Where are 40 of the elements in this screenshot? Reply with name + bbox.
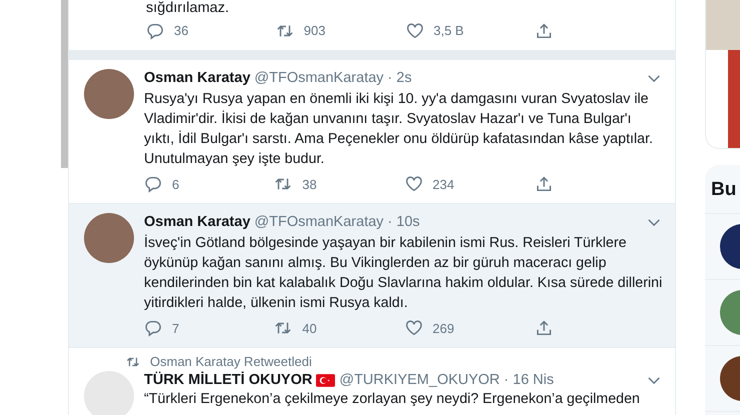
like-count: 234 [432, 176, 454, 192]
heart-icon[interactable] [404, 319, 422, 337]
retweeted-by-label[interactable]: Osman Karatay Retweetledi [150, 354, 312, 369]
user-handle[interactable]: @TFOsmanKaratay [254, 213, 384, 232]
user-name[interactable]: Osman Karatay [144, 213, 250, 232]
retweet-count: 903 [304, 23, 326, 38]
chevron-down-icon[interactable] [647, 74, 661, 83]
retweet-count: 38 [302, 176, 317, 192]
chevron-down-icon[interactable] [647, 218, 661, 227]
tweet-text: sığdırılamaz. [146, 0, 230, 17]
card-heading: Bu [705, 165, 740, 214]
user-name[interactable]: Osman Karatay [144, 69, 250, 88]
heart-icon[interactable] [404, 175, 422, 193]
tweet-card[interactable] [69, 204, 675, 348]
like-count: 269 [432, 320, 454, 336]
share-icon[interactable] [535, 22, 554, 40]
tweet-time[interactable]: · 2s [388, 69, 412, 88]
tweet-text: İsveç'in Götland bölgesinde yaşayan bir kabilenin ismi Rus. Reisleri Türklere öykünüp kağan sanını almış. Bu Vikinglerden az bir güruh maceracı gelip kendilerinden bin kat kalabalık Doğu Slavlarına hakim oldular. Kısa sürede dillerini yitirdikleri halde, ülkenin ismi Rusya kaldı. [144, 234, 664, 313]
retweet-count: 40 [302, 320, 317, 336]
chevron-down-icon[interactable] [647, 376, 661, 385]
like-count: 3,5 B [434, 23, 464, 38]
heart-icon[interactable] [406, 22, 424, 40]
scrollbar[interactable] [61, 0, 68, 168]
tweet-time[interactable]: · 10s [388, 213, 420, 232]
reply-count: 6 [172, 176, 180, 192]
reply-count: 7 [172, 320, 180, 336]
flag-icon [316, 374, 336, 387]
reply-icon[interactable] [144, 175, 162, 193]
tweet-card[interactable]: Osman Karatay Retweetledi TÜRK MİLLETİ OKUYOR @TURKIYEM_OKUYOR · 16 Nis “Türkleri Ergenekon’a çekilmeye zorlayan şey neydi? Ergenekon’a geçilmeden [69, 348, 675, 415]
user-name[interactable]: TÜRK MİLLETİ OKUYOR [144, 371, 312, 390]
reply-icon[interactable] [146, 22, 164, 40]
user-handle[interactable]: @TFOsmanKaratay [254, 69, 384, 88]
tweet-text: Rusya'yı Rusya yapan en önemli iki kişi 10. yy'a damgasını vuran Svyatoslav ile Vladimir'dir. İkisi de kağan unvanını taşır. Svyatoslav Hazar'ı ve Tuna Bulgar'ı yıktı, İdil Bulgar'ı sarstı. Ama Peçenekler onu öldürüp kafatasından kâse yaptılar. Unutulmayan şey işte budur. [144, 90, 654, 169]
tweet-time[interactable]: · 16 Nis [504, 371, 554, 390]
user-handle[interactable]: @TURKIYEM_OKUYOR [339, 371, 500, 390]
reply-icon[interactable] [144, 319, 162, 337]
share-icon[interactable] [534, 319, 553, 337]
share-icon[interactable] [534, 175, 553, 193]
tweet-text: “Türkleri Ergenekon’a çekilmeye zorlayan şey neydi? Ergenekon’a geçilmeden [144, 391, 641, 408]
reply-count: 36 [174, 23, 188, 38]
